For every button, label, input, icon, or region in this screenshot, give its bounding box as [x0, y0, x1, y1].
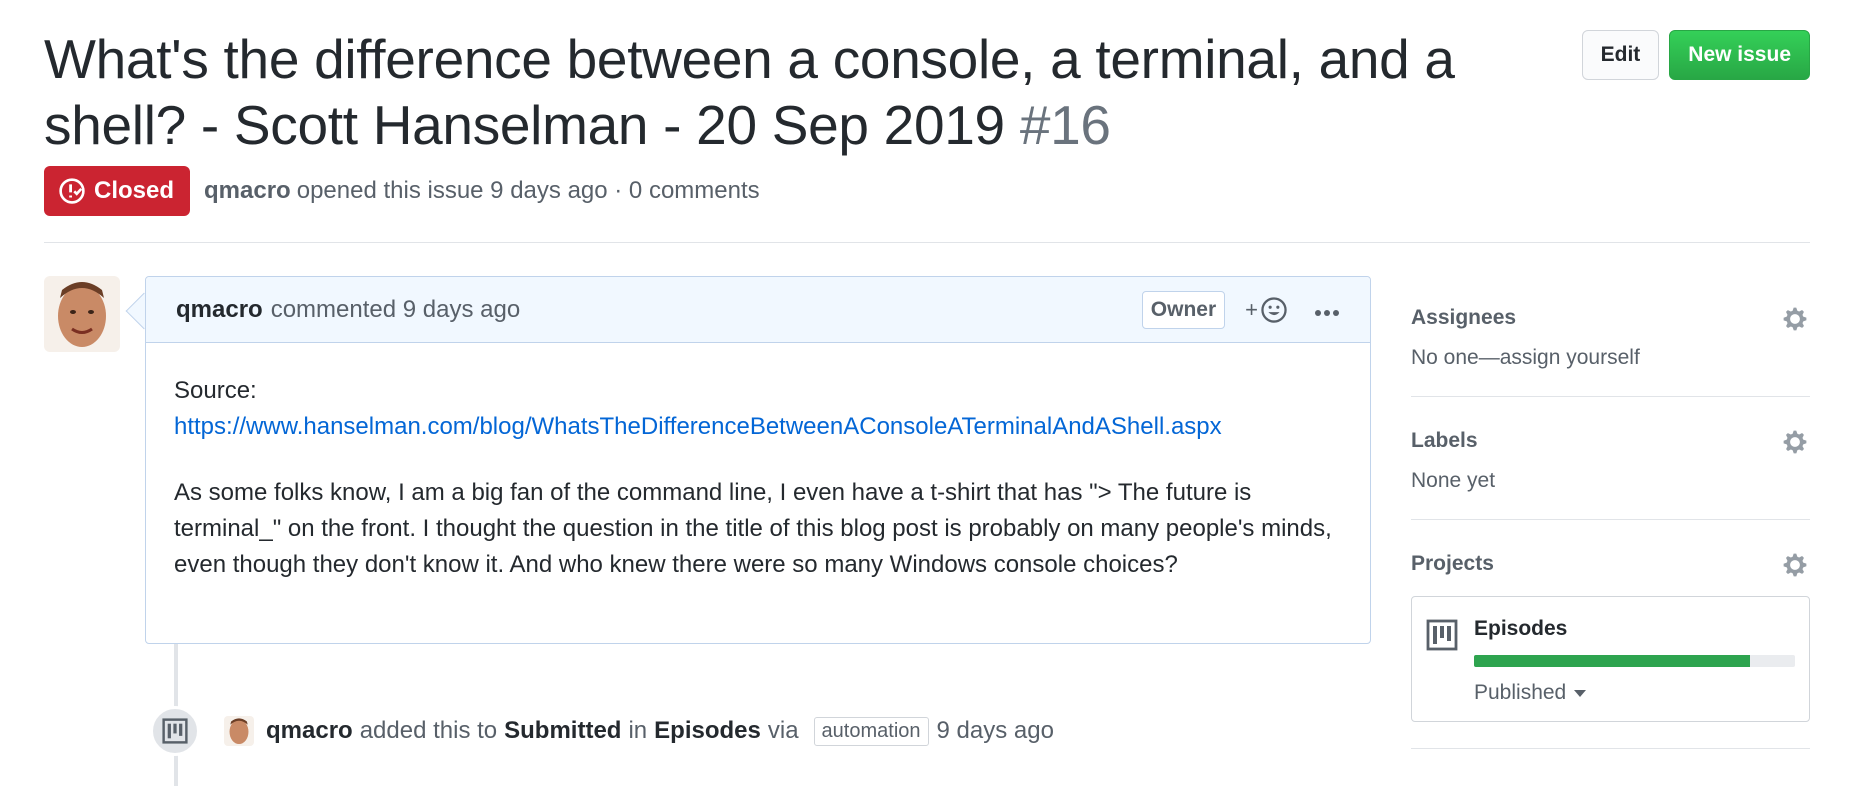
- labels-value: None yet: [1411, 469, 1496, 492]
- caret-down-icon: [1574, 689, 1587, 697]
- avatar[interactable]: [44, 276, 120, 352]
- gear-icon[interactable]: [1782, 306, 1808, 332]
- issue-author-link[interactable]: qmacro: [204, 177, 291, 205]
- comment-text-paragraph: As some folks know, I am a big fan of th…: [174, 479, 1332, 578]
- event-time[interactable]: 9 days ago: [937, 717, 1054, 745]
- more-options-icon[interactable]: [1314, 303, 1340, 317]
- event-text-3: via: [767, 717, 799, 744]
- event-text-1: added this to: [359, 717, 498, 744]
- comment-author-link[interactable]: qmacro: [176, 296, 263, 324]
- project-name-link[interactable]: Episodes: [1474, 617, 1795, 641]
- event-text-2: in: [628, 717, 648, 744]
- project-card-main: Episodes Published: [1474, 617, 1795, 705]
- avatar-image: [44, 276, 120, 352]
- owner-badge: Owner: [1141, 290, 1226, 329]
- assignees-title[interactable]: Assignees: [1411, 300, 1810, 336]
- reaction-plus: +: [1245, 296, 1258, 322]
- comment-header: qmacro commented 9 days ago Owner +: [146, 277, 1370, 343]
- gear-icon[interactable]: [1782, 552, 1808, 578]
- add-reaction-button[interactable]: +: [1245, 296, 1288, 324]
- edit-button[interactable]: Edit: [1581, 30, 1660, 80]
- timeline-event: qmacro added this to Submitted in Episod…: [150, 706, 1054, 756]
- issue-opened-text: opened this issue 9 days ago · 0 comment…: [296, 177, 760, 204]
- project-progress-fill: [1474, 655, 1751, 667]
- new-issue-button[interactable]: New issue: [1669, 30, 1810, 80]
- projects-section: Projects Episodes Published: [1411, 546, 1810, 749]
- event-avatar[interactable]: [224, 716, 254, 746]
- issue-number: #16: [1019, 94, 1111, 156]
- comment-timestamp[interactable]: commented 9 days ago: [271, 296, 520, 324]
- project-board-icon: [1426, 619, 1458, 651]
- issue-title: What's the difference between a console,…: [44, 26, 1504, 158]
- project-progress-bar: [1474, 655, 1795, 667]
- source-link[interactable]: https://www.hanselman.com/blog/WhatsTheD…: [174, 413, 1222, 440]
- project-status-label: Published: [1474, 681, 1567, 704]
- issue-closed-icon: [59, 178, 85, 204]
- event-column: Submitted: [504, 717, 622, 744]
- project-event-icon: [150, 706, 200, 756]
- status-badge: Closed: [44, 166, 191, 216]
- status-label: Closed: [94, 177, 175, 204]
- assignees-section: Assignees No one—assign yourself: [1411, 300, 1810, 397]
- labels-section: Labels None yet: [1411, 423, 1810, 520]
- smiley-icon: [1261, 296, 1287, 323]
- source-label: Source:: [174, 377, 257, 404]
- automation-badge: automation: [813, 716, 929, 746]
- event-actor-link[interactable]: qmacro: [266, 717, 353, 745]
- header-actions: Edit New issue: [1581, 30, 1810, 80]
- sidebar: Assignees No one—assign yourself Labels …: [1411, 300, 1810, 775]
- project-status-dropdown[interactable]: Published: [1474, 681, 1587, 705]
- issue-title-text: What's the difference between a console,…: [44, 28, 1455, 156]
- event-project-link[interactable]: Episodes: [654, 717, 761, 745]
- comment-source-paragraph: Source: https://www.hanselman.com/blog/W…: [174, 373, 1342, 445]
- gear-icon[interactable]: [1782, 429, 1808, 455]
- labels-title[interactable]: Labels: [1411, 423, 1810, 459]
- assignees-value[interactable]: No one—assign yourself: [1411, 346, 1810, 370]
- issue-meta: Closed qmacro opened this issue 9 days a…: [44, 166, 760, 216]
- header-divider: [44, 242, 1810, 243]
- comment-body: Source: https://www.hanselman.com/blog/W…: [146, 343, 1370, 613]
- projects-title[interactable]: Projects: [1411, 546, 1810, 582]
- project-card: Episodes Published: [1411, 596, 1810, 722]
- comment-box: qmacro commented 9 days ago Owner + Sour…: [145, 276, 1371, 644]
